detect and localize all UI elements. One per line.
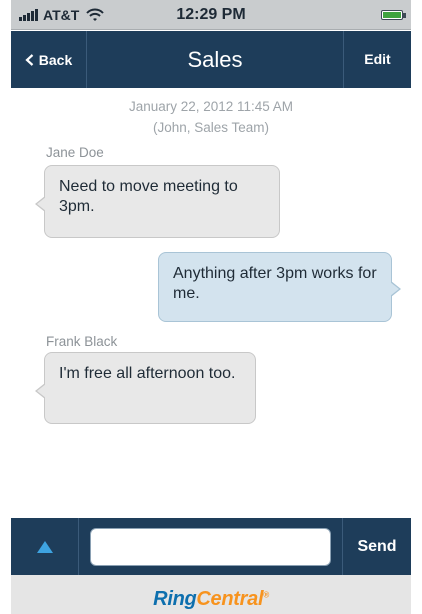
- composer-bar: Send: [11, 518, 411, 575]
- incoming-message-bubble[interactable]: Need to move meeting to 3pm.: [35, 165, 280, 238]
- back-label: Back: [38, 51, 73, 68]
- footer: RingCentral®: [11, 575, 411, 614]
- conversation-timestamp: January 22, 2012 11:45 AM: [128, 99, 294, 114]
- expand-button[interactable]: [11, 518, 79, 575]
- message-input[interactable]: [90, 528, 331, 566]
- edit-button[interactable]: Edit: [343, 31, 411, 88]
- page-title: Sales: [187, 47, 243, 72]
- status-bar: AT&T 12:29 PM: [11, 0, 411, 30]
- outgoing-message-bubble[interactable]: Anything after 3pm works for me.: [158, 252, 401, 322]
- conversation-meta: January 22, 2012 11:45 AM (John, Sales T…: [11, 96, 411, 138]
- ringcentral-logo: RingCentral®: [153, 587, 269, 610]
- battery-level: [383, 12, 401, 18]
- message-text: I'm free all afternoon too.: [59, 365, 236, 382]
- conversation-view[interactable]: January 22, 2012 11:45 AM (John, Sales T…: [11, 88, 411, 518]
- conversation-participants: (John, Sales Team): [152, 120, 270, 135]
- message-text: Need to move meeting to 3pm.: [59, 178, 238, 215]
- message-text: Anything after 3pm works for me.: [173, 265, 377, 302]
- send-button[interactable]: Send: [342, 518, 411, 575]
- chevron-left-icon: [25, 53, 34, 66]
- incoming-message-bubble[interactable]: I'm free all afternoon too.: [35, 352, 256, 424]
- message-sender: Frank Black: [46, 334, 118, 349]
- phone-screen: AT&T 12:29 PM Back Sales Edit January 22…: [11, 0, 411, 614]
- status-time: 12:29 PM: [176, 6, 246, 23]
- battery-icon: [381, 10, 406, 20]
- nav-bar: Back Sales Edit: [11, 31, 411, 88]
- message-sender: Jane Doe: [46, 145, 104, 160]
- back-button[interactable]: Back: [11, 31, 87, 88]
- triangle-up-icon: [36, 540, 53, 553]
